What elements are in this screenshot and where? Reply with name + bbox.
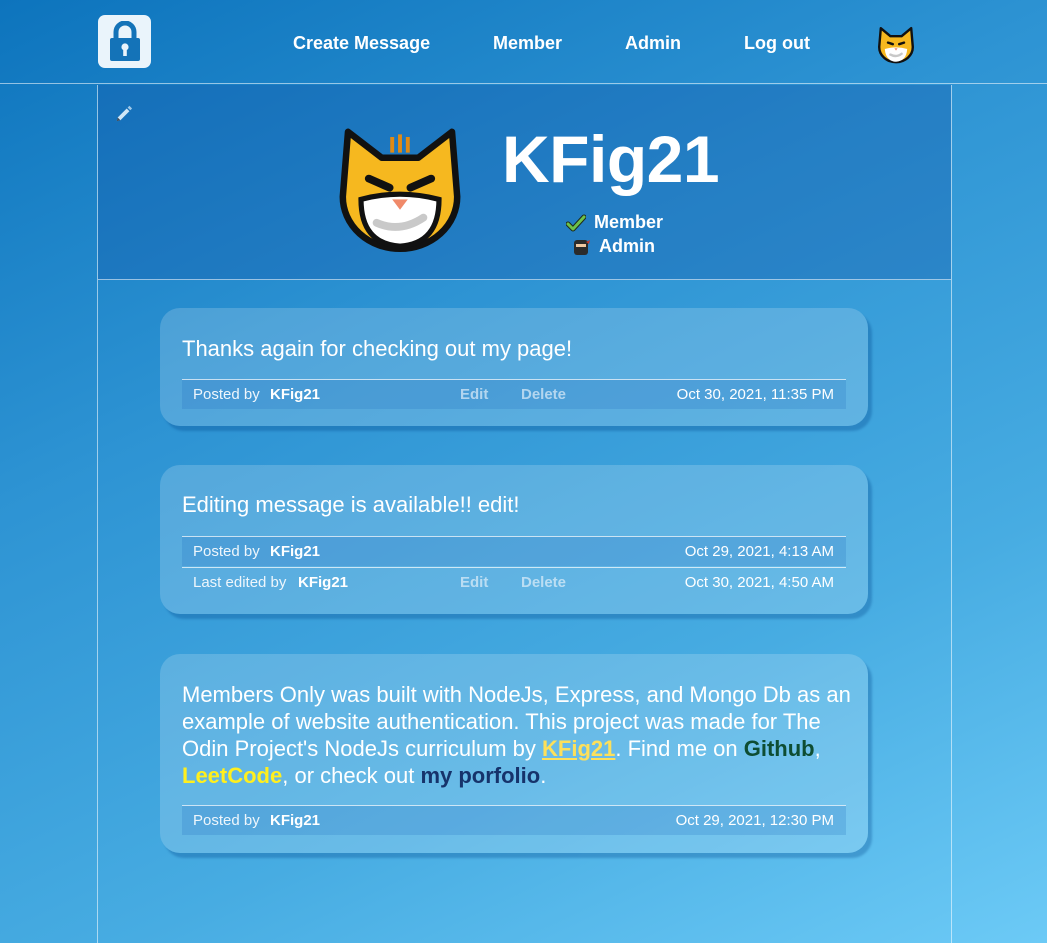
role-member: Member [566, 212, 663, 233]
edit-button[interactable]: Edit [460, 386, 488, 403]
nav-member[interactable]: Member [493, 33, 562, 54]
nav-log-out[interactable]: Log out [744, 33, 810, 54]
padlock-icon [109, 20, 140, 61]
github-link[interactable]: Github [744, 736, 815, 761]
role-admin-label: Admin [599, 236, 655, 256]
pencil-icon[interactable] [115, 104, 133, 122]
posted-by-label: Posted by [193, 386, 260, 403]
message-meta-posted: Posted by KFig21 Oct 29, 2021, 12:30 PM [182, 805, 846, 835]
checkmark-icon [566, 214, 586, 231]
message-card: Editing message is available!! edit! Pos… [160, 465, 868, 614]
edited-date: Oct 30, 2021, 4:50 AM [684, 574, 834, 591]
navbar: Create Message Member Admin Log out [0, 0, 1047, 84]
nav-create-message[interactable]: Create Message [293, 33, 430, 54]
posted-by-label: Posted by [193, 543, 260, 560]
posted-date: Oct 30, 2021, 11:35 PM [676, 386, 834, 403]
posted-by-user[interactable]: KFig21 [270, 386, 320, 403]
message-text-part: . [540, 763, 547, 788]
nav-admin[interactable]: Admin [625, 33, 681, 54]
cat-face-icon [339, 128, 461, 252]
posted-date: Oct 29, 2021, 12:30 PM [675, 812, 834, 829]
ninja-icon [574, 239, 590, 255]
message-text: Editing message is available!! edit! [182, 492, 520, 517]
last-edited-label: Last edited by [193, 574, 287, 591]
role-member-label: Member [594, 212, 664, 232]
message-text-part: , [814, 736, 821, 761]
edit-button[interactable]: Edit [460, 574, 488, 591]
author-link[interactable]: KFig21 [542, 736, 615, 761]
home-logo[interactable] [98, 15, 151, 68]
posted-date: Oct 29, 2021, 4:13 AM [684, 543, 834, 560]
posted-by-label: Posted by [193, 812, 260, 829]
leetcode-link[interactable]: LeetCode [182, 763, 282, 788]
message-text-part: , or check out [282, 763, 421, 788]
profile-header: KFig21 Member Admin [98, 85, 951, 280]
delete-button[interactable]: Delete [521, 574, 566, 591]
role-admin: Admin [571, 236, 655, 257]
posted-by-user[interactable]: KFig21 [270, 812, 320, 829]
cat-face-icon[interactable] [876, 25, 916, 65]
profile-username: KFig21 [502, 122, 720, 196]
posted-by-user[interactable]: KFig21 [270, 543, 320, 560]
message-card: Thanks again for checking out my page! P… [160, 308, 868, 426]
message-meta-edited: Last edited by KFig21 Edit Delete Oct 30… [182, 567, 846, 597]
delete-button[interactable]: Delete [521, 386, 566, 403]
message-text-part: . Find me on [615, 736, 744, 761]
portfolio-link[interactable]: my porfolio [420, 763, 540, 788]
message-text: Members Only was built with NodeJs, Expr… [182, 681, 852, 789]
message-meta-posted: Posted by KFig21 Edit Delete Oct 30, 202… [182, 379, 846, 409]
message-meta-posted: Posted by KFig21 Oct 29, 2021, 4:13 AM [182, 536, 846, 566]
message-card: Members Only was built with NodeJs, Expr… [160, 654, 868, 853]
last-edited-user[interactable]: KFig21 [298, 574, 348, 591]
message-text: Thanks again for checking out my page! [182, 336, 573, 361]
